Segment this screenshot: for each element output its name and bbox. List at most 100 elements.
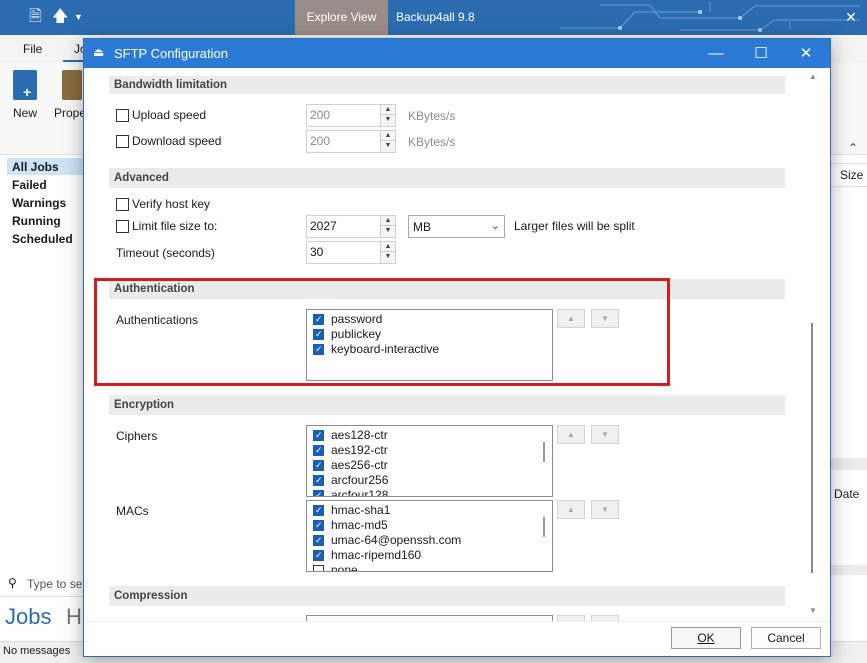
dialog-title: SFTP Configuration [114, 46, 228, 61]
filter-running[interactable]: Running [12, 214, 61, 228]
item-checkbox[interactable] [313, 445, 324, 456]
move-down-button[interactable]: ▼ [591, 500, 619, 519]
upload-speed-value: 200 [310, 108, 331, 122]
item-text: aes256-ctr [331, 458, 388, 472]
verify-host-key-label: Verify host key [132, 197, 211, 211]
spin-up-icon[interactable]: ▲ [381, 131, 395, 141]
maximize-icon[interactable]: ☐ [741, 39, 781, 68]
quick-access-dropdown-icon[interactable]: ▼ [74, 6, 83, 28]
list-scrollbar[interactable] [543, 517, 545, 537]
ok-label: OK [697, 631, 715, 645]
item-checkbox[interactable] [313, 490, 324, 496]
nav-history[interactable]: H [66, 604, 82, 630]
spin-down-icon[interactable]: ▼ [381, 226, 395, 236]
file-size-unit-select[interactable]: MB ⌄ [408, 215, 505, 238]
new-file-icon[interactable]: 🗎 [29, 6, 42, 28]
section-encryption: Encryption [109, 395, 785, 415]
ciphers-label: Ciphers [116, 429, 158, 443]
item-checkbox[interactable] [313, 565, 324, 571]
item-checkbox[interactable] [313, 535, 324, 546]
timeout-spinner[interactable]: 30 ▲ ▼ [306, 241, 396, 264]
spin-down-icon[interactable]: ▼ [381, 115, 395, 125]
app-close-icon[interactable]: ✕ [836, 0, 866, 35]
nav-jobs[interactable]: Jobs [5, 604, 51, 630]
item-text: aes192-ctr [331, 443, 388, 457]
minimize-icon[interactable]: — [696, 39, 736, 68]
search-input[interactable]: Type to sea [27, 577, 89, 591]
panel-separator [830, 458, 867, 470]
limit-file-size-value: 2027 [310, 219, 337, 233]
plus-icon: + [23, 84, 32, 100]
app-title: Backup4all 9.8 [396, 10, 475, 24]
item-text: arcfour128 [331, 488, 389, 497]
filter-all-jobs[interactable]: All Jobs [12, 160, 59, 174]
divider [0, 596, 84, 597]
move-up-button[interactable]: ▲ [557, 425, 585, 444]
collapse-chevron-icon[interactable]: ⌃ [848, 141, 858, 155]
item-checkbox[interactable] [313, 520, 324, 531]
item-checkbox[interactable] [313, 460, 324, 471]
dialog-scrollbar[interactable] [806, 68, 822, 620]
move-down-button[interactable]: ▼ [591, 425, 619, 444]
upload-arrow-icon[interactable]: 🡅 [52, 6, 68, 28]
limit-file-size-checkbox[interactable] [116, 220, 129, 233]
cancel-button[interactable]: Cancel [751, 627, 821, 649]
cancel-label: Cancel [767, 631, 805, 645]
upload-speed-checkbox[interactable] [116, 109, 129, 122]
item-text: hmac-ripemd160 [331, 548, 422, 562]
upload-speed-label: Upload speed [132, 108, 207, 122]
item-text: aes128-ctr [331, 428, 388, 442]
move-up-button[interactable]: ▲ [557, 500, 585, 519]
file-size-unit-value: MB [413, 220, 431, 234]
column-size[interactable]: Size [840, 168, 863, 182]
verify-host-key-checkbox[interactable] [116, 198, 129, 211]
spin-down-icon[interactable]: ▼ [381, 141, 395, 151]
split-note: Larger files will be split [514, 219, 635, 233]
spin-up-icon[interactable]: ▲ [381, 242, 395, 252]
filter-warnings[interactable]: Warnings [12, 196, 66, 210]
explore-view-button[interactable]: Explore View [295, 0, 388, 35]
item-checkbox[interactable] [313, 475, 324, 486]
right-panel [830, 155, 867, 565]
download-speed-spinner[interactable]: 200 ▲ ▼ [306, 130, 396, 153]
highlight-box [94, 278, 670, 386]
item-text: arcfour256 [331, 473, 389, 487]
scroll-up-icon[interactable]: ▲ [807, 72, 819, 82]
spin-up-icon[interactable]: ▲ [381, 105, 395, 115]
spin-up-icon[interactable]: ▲ [381, 216, 395, 226]
status-text: No messages [3, 645, 71, 657]
close-icon[interactable]: ✕ [786, 39, 826, 68]
ribbon-new-label[interactable]: New [13, 106, 37, 120]
limit-file-size-spinner[interactable]: 2027 ▲ ▼ [306, 215, 396, 238]
scrollbar-thumb[interactable] [811, 323, 813, 573]
panel-separator [830, 565, 867, 575]
list-scrollbar[interactable] [543, 442, 545, 462]
item-text: hmac-md5 [331, 518, 388, 532]
timeout-value: 30 [310, 245, 324, 259]
filter-scheduled[interactable]: Scheduled [12, 232, 73, 246]
item-text: hmac-sha1 [331, 503, 391, 517]
filter-failed[interactable]: Failed [12, 178, 47, 192]
download-speed-value: 200 [310, 134, 331, 148]
item-checkbox[interactable] [313, 550, 324, 561]
menu-file[interactable]: File [23, 42, 42, 56]
section-advanced: Advanced [109, 168, 785, 188]
upload-speed-spinner[interactable]: 200 ▲ ▼ [306, 104, 396, 127]
macs-list[interactable]: hmac-sha1 hmac-md5 umac-64@openssh.com h… [306, 500, 553, 572]
properties-icon[interactable] [62, 70, 82, 100]
ribbon-properties-label[interactable]: Prope [54, 106, 86, 120]
ciphers-list[interactable]: aes128-ctr aes192-ctr aes256-ctr arcfour… [306, 425, 553, 497]
spin-down-icon[interactable]: ▼ [381, 252, 395, 262]
item-checkbox[interactable] [313, 505, 324, 516]
ok-button[interactable]: OK [671, 627, 741, 649]
upload-speed-unit: KBytes/s [408, 109, 456, 123]
download-speed-checkbox[interactable] [116, 135, 129, 148]
item-text: none [331, 563, 358, 572]
macs-label: MACs [116, 504, 149, 518]
timeout-label: Timeout (seconds) [116, 246, 215, 260]
dialog-eject-icon: ⏏ [93, 45, 105, 59]
item-checkbox[interactable] [313, 430, 324, 441]
scroll-down-icon[interactable]: ▼ [807, 606, 819, 616]
item-text: umac-64@openssh.com [331, 533, 462, 547]
download-speed-unit: KBytes/s [408, 135, 456, 149]
